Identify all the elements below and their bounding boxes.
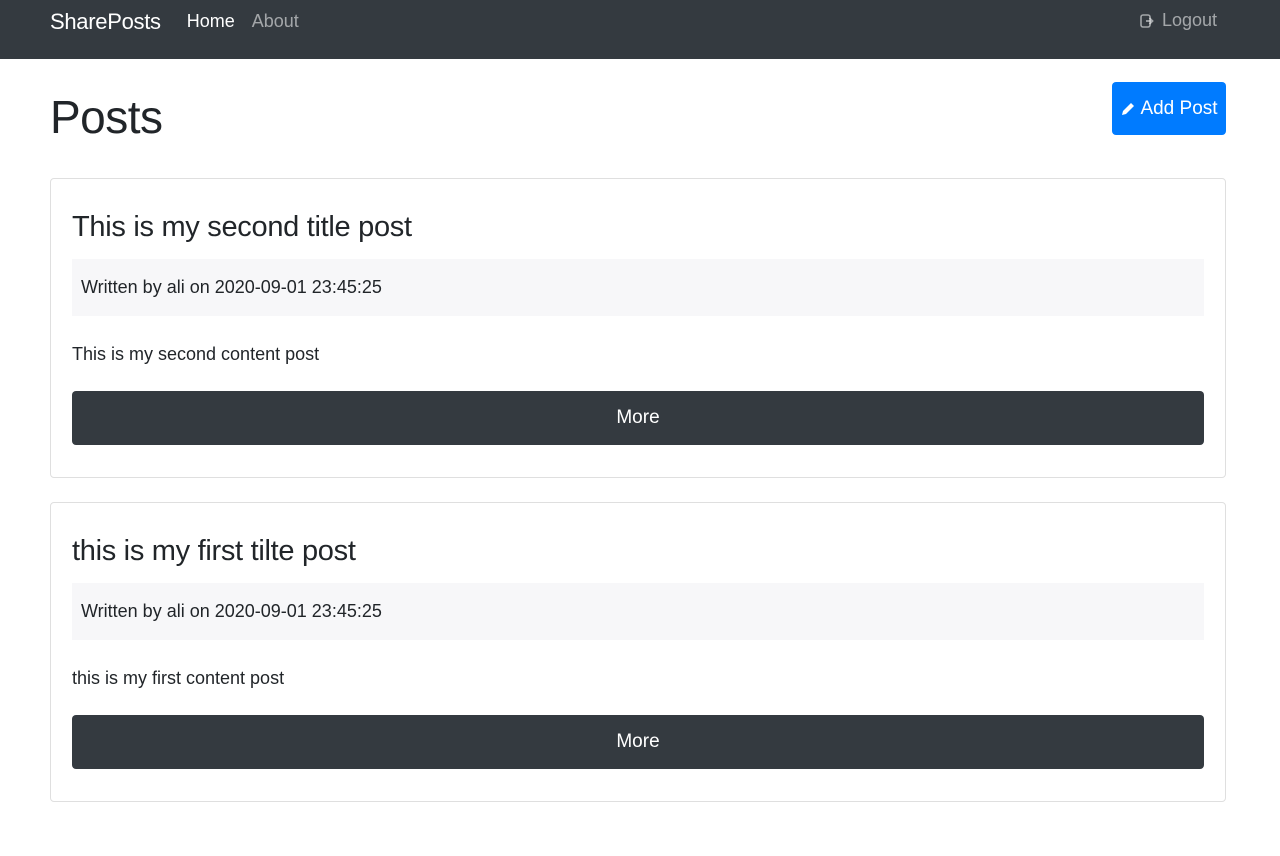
more-button[interactable]: More: [72, 391, 1204, 445]
more-button[interactable]: More: [72, 715, 1204, 769]
pencil-icon: [1122, 102, 1135, 115]
post-meta: Written by ali on 2020-09-01 23:45:25: [72, 583, 1204, 640]
add-post-button[interactable]: Add Post: [1112, 82, 1226, 135]
post-card: This is my second title post Written by …: [50, 178, 1226, 478]
post-content: this is my first content post: [72, 668, 285, 688]
post-content: This is my second content post: [72, 344, 320, 364]
main-content: Posts Add Post This is my second title p…: [0, 82, 1280, 802]
post-meta: Written by ali on 2020-09-01 23:45:25: [72, 259, 1204, 316]
brand-link[interactable]: SharePosts: [50, 9, 161, 35]
post-title: This is my second title post: [72, 211, 412, 243]
logout-label: Logout: [1161, 10, 1217, 30]
sign-out-icon: [1140, 13, 1154, 28]
post-title: this is my first tilte post: [72, 535, 356, 567]
page-header: Posts Add Post: [50, 82, 1226, 178]
logout-link[interactable]: Logout: [1140, 10, 1217, 31]
nav-link-home[interactable]: Home: [187, 11, 235, 32]
top-navbar: SharePosts Home About Logout: [0, 0, 1280, 59]
page-title: Posts: [50, 91, 163, 143]
post-card: this is my first tilte post Written by a…: [50, 502, 1226, 802]
add-post-label: Add Post: [1140, 97, 1218, 119]
nav-link-about[interactable]: About: [252, 11, 299, 32]
